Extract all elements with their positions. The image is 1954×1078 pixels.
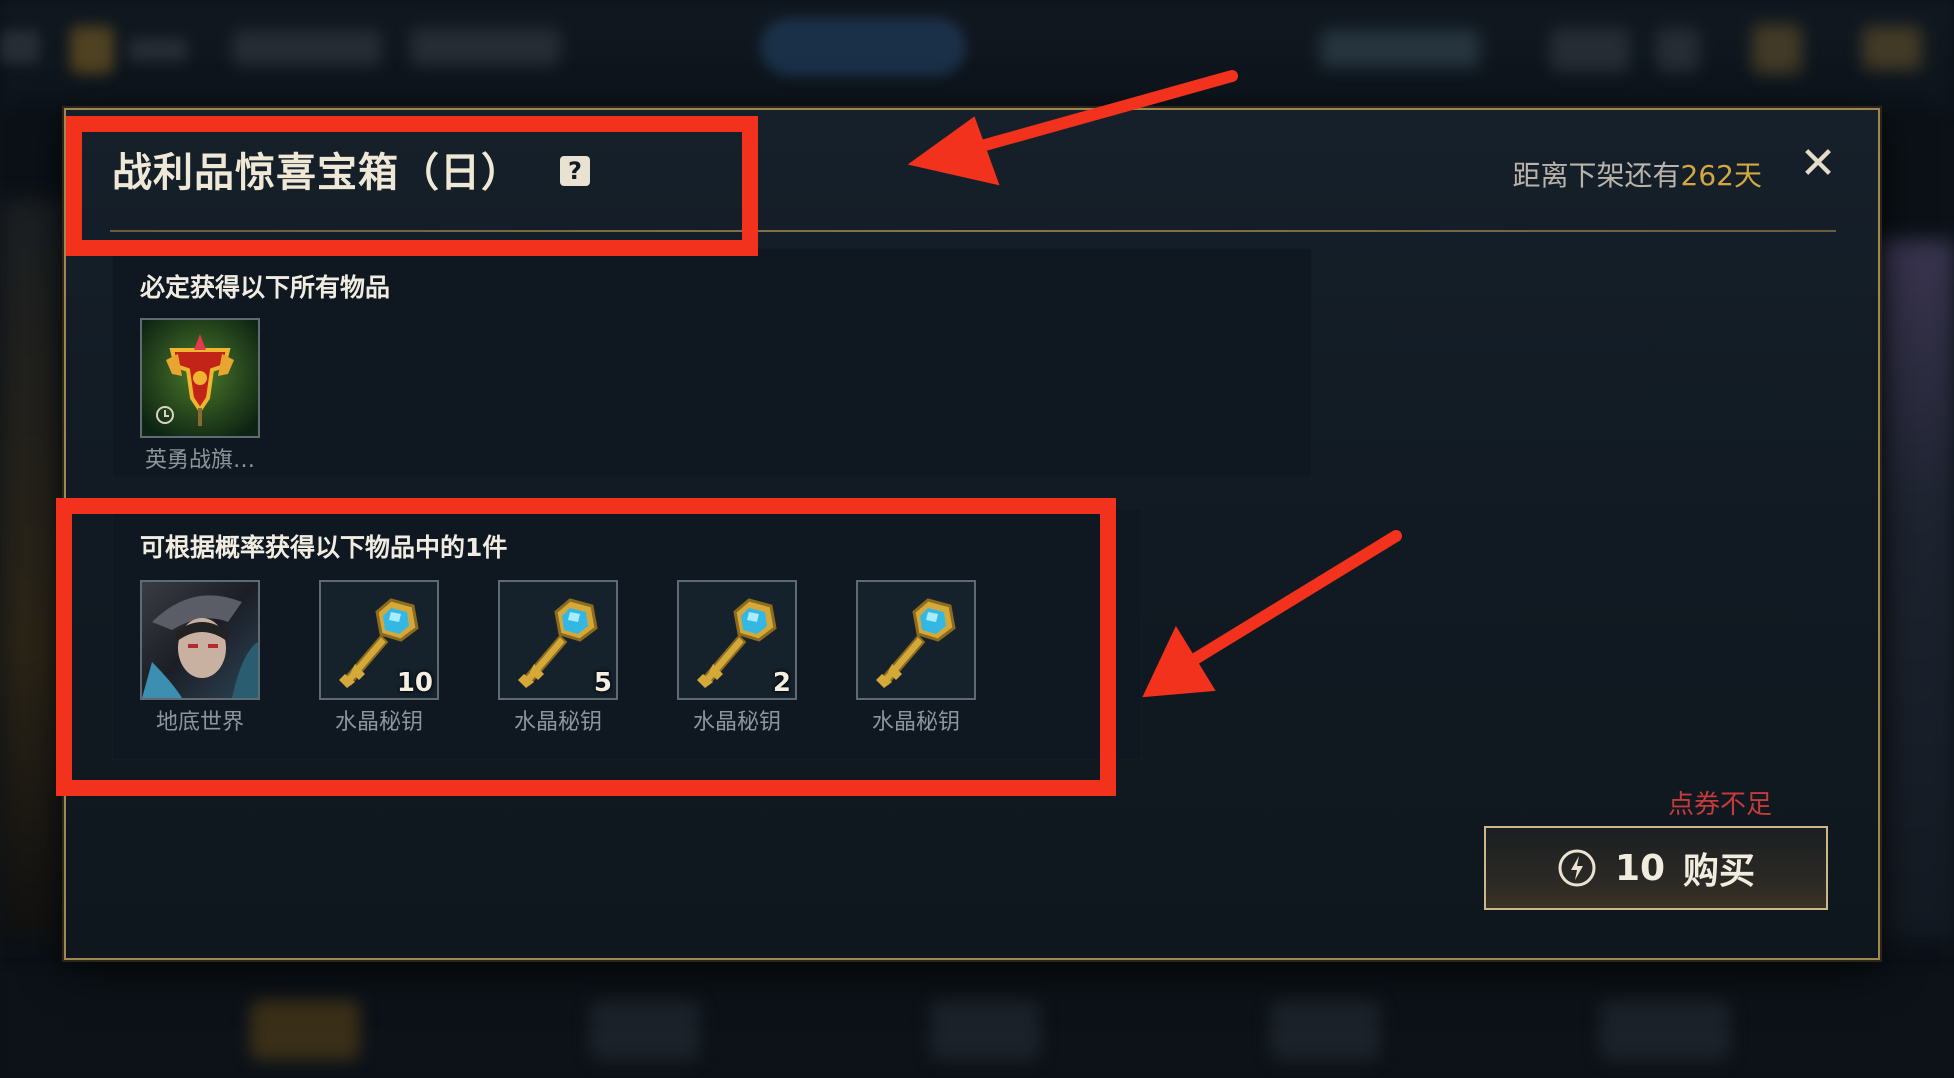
- annotation-arrows: [907, 70, 1402, 698]
